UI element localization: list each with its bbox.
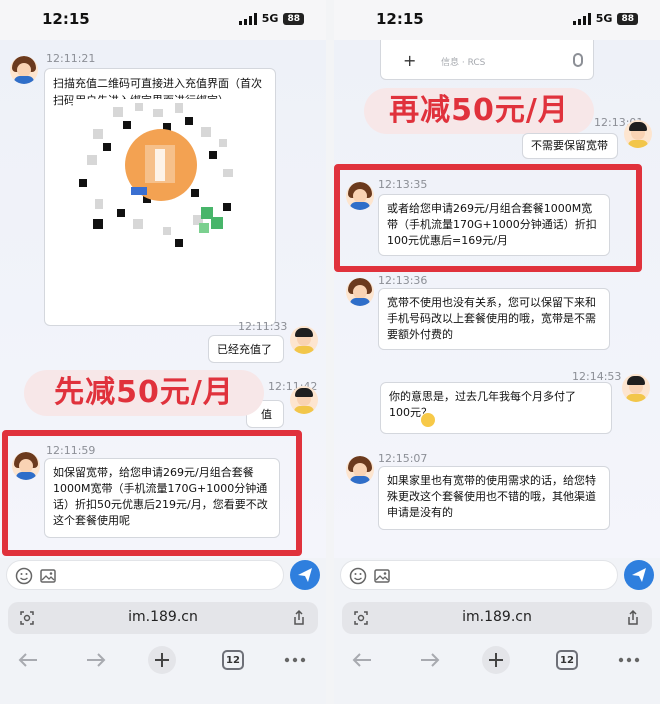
arrow-left-icon [18,653,37,667]
plus-icon [489,653,503,667]
microphone-icon [573,53,583,67]
message-timestamp: 12:13:36 [378,274,428,287]
signal-icon [572,12,591,25]
agent-avatar [10,56,38,84]
browser-bottom-nav: 12 [334,640,660,680]
user-avatar [290,326,318,354]
send-button[interactable] [290,560,320,590]
browser-bottom-nav: 12 [0,640,326,680]
more-menu-button[interactable] [616,646,642,674]
thinking-emoji-icon [421,413,435,427]
outgoing-message-bubble: 你的意思是，过去几年我每个月多付了100元？ [380,382,612,434]
embedded-rcs-input-screenshot: + 信息 · RCS [380,40,594,80]
message-input-bar [334,558,660,592]
user-avatar [624,120,652,148]
message-timestamp: 12:13:35 [378,178,428,191]
message-input[interactable] [6,560,284,590]
message-timestamp: 12:11:21 [46,52,96,65]
message-input-bar [0,558,326,592]
battery-icon: 88 [283,12,304,25]
user-avatar [290,386,318,414]
left-screenshot: 12:15 5G 88 12:11:21 扫描充值二维码可直接进入充值界面（首次… [0,0,326,704]
status-bar: 12:15 5G 88 [0,0,326,40]
send-icon [298,568,312,582]
more-dots-icon [618,657,640,663]
plus-icon: + [403,51,417,70]
right-screenshot: 12:15 5G 88 + 信息 · RCS 再减50元/月 12:13:01 … [334,0,660,704]
outgoing-message-text: 你的意思是，过去几年我每个月多付了100元？ [389,390,576,419]
tabs-count: 12 [556,650,578,670]
more-menu-button[interactable] [282,646,308,674]
chat-area[interactable]: + 信息 · RCS 再减50元/月 12:13:01 不需要保留宽带 12:1… [334,40,660,558]
tabs-button[interactable]: 12 [554,646,580,674]
image-icon[interactable] [373,567,391,585]
url-text: im.189.cn [462,609,532,625]
emoji-icon[interactable] [15,567,33,585]
message-timestamp: 12:15:07 [378,452,428,465]
incoming-message-bubble: 宽带不使用也没有关系，您可以保留下来和手机号码改以上套餐使用的哦，宽带是不需要额… [378,288,610,350]
arrow-right-icon [87,653,106,667]
status-indicators: 5G 88 [238,12,304,25]
new-tab-button[interactable] [148,646,176,674]
rcs-placeholder: 信息 · RCS [441,58,486,68]
image-icon[interactable] [39,567,57,585]
promo-label-first-discount: 先减50元/月 [24,370,264,416]
agent-avatar [346,456,374,484]
outgoing-message-bubble: 已经充值了 [208,335,284,363]
incoming-message-bubble: 或者给您申请269元/月组合套餐1000M宽带（手机流量170G+1000分钟通… [378,194,610,256]
blurred-qr-code-image [73,99,243,249]
send-icon [632,568,646,582]
share-icon[interactable] [290,609,308,627]
message-timestamp: 12:11:33 [238,320,288,333]
promo-label-second-discount: 再减50元/月 [364,88,594,134]
qr-message-card: 扫描充值二维码可直接进入充值界面（首次扫码用户先进入绑定界面进行绑定）。 [44,68,276,326]
message-timestamp: 12:11:59 [46,444,96,457]
url-text: im.189.cn [128,609,198,625]
agent-avatar [346,278,374,306]
tabs-count: 12 [222,650,244,670]
plus-icon [155,653,169,667]
battery-icon: 88 [617,12,638,25]
tabs-button[interactable]: 12 [220,646,246,674]
agent-avatar [346,182,374,210]
incoming-message-bubble: 如保留宽带，给您申请269元/月组合套餐1000M宽带（手机流量170G+100… [44,458,280,538]
network-label: 5G [261,12,279,25]
send-button[interactable] [624,560,654,590]
outgoing-message-bubble: 不需要保留宽带 [522,133,618,159]
emoji-icon[interactable] [349,567,367,585]
browser-url-bar[interactable]: im.189.cn [342,602,652,634]
forward-button[interactable] [82,646,110,674]
status-indicators: 5G 88 [572,12,638,25]
browser-url-bar[interactable]: im.189.cn [8,602,318,634]
back-button[interactable] [348,646,376,674]
share-icon[interactable] [624,609,642,627]
status-time: 12:15 [42,10,90,28]
signal-icon [238,12,257,25]
status-time: 12:15 [376,10,424,28]
incoming-message-bubble: 如果家里也有宽带的使用需求的话，给您特殊更改这个套餐使用也不错的哦，其他渠道申请… [378,466,610,530]
agent-avatar [12,452,40,480]
message-input[interactable] [340,560,618,590]
network-label: 5G [595,12,613,25]
arrow-left-icon [352,653,371,667]
more-dots-icon [284,657,306,663]
new-tab-button[interactable] [482,646,510,674]
arrow-right-icon [421,653,440,667]
user-avatar [622,374,650,402]
back-button[interactable] [14,646,42,674]
chat-area[interactable]: 12:11:21 扫描充值二维码可直接进入充值界面（首次扫码用户先进入绑定界面进… [0,40,326,558]
status-bar: 12:15 5G 88 [334,0,660,40]
forward-button[interactable] [416,646,444,674]
